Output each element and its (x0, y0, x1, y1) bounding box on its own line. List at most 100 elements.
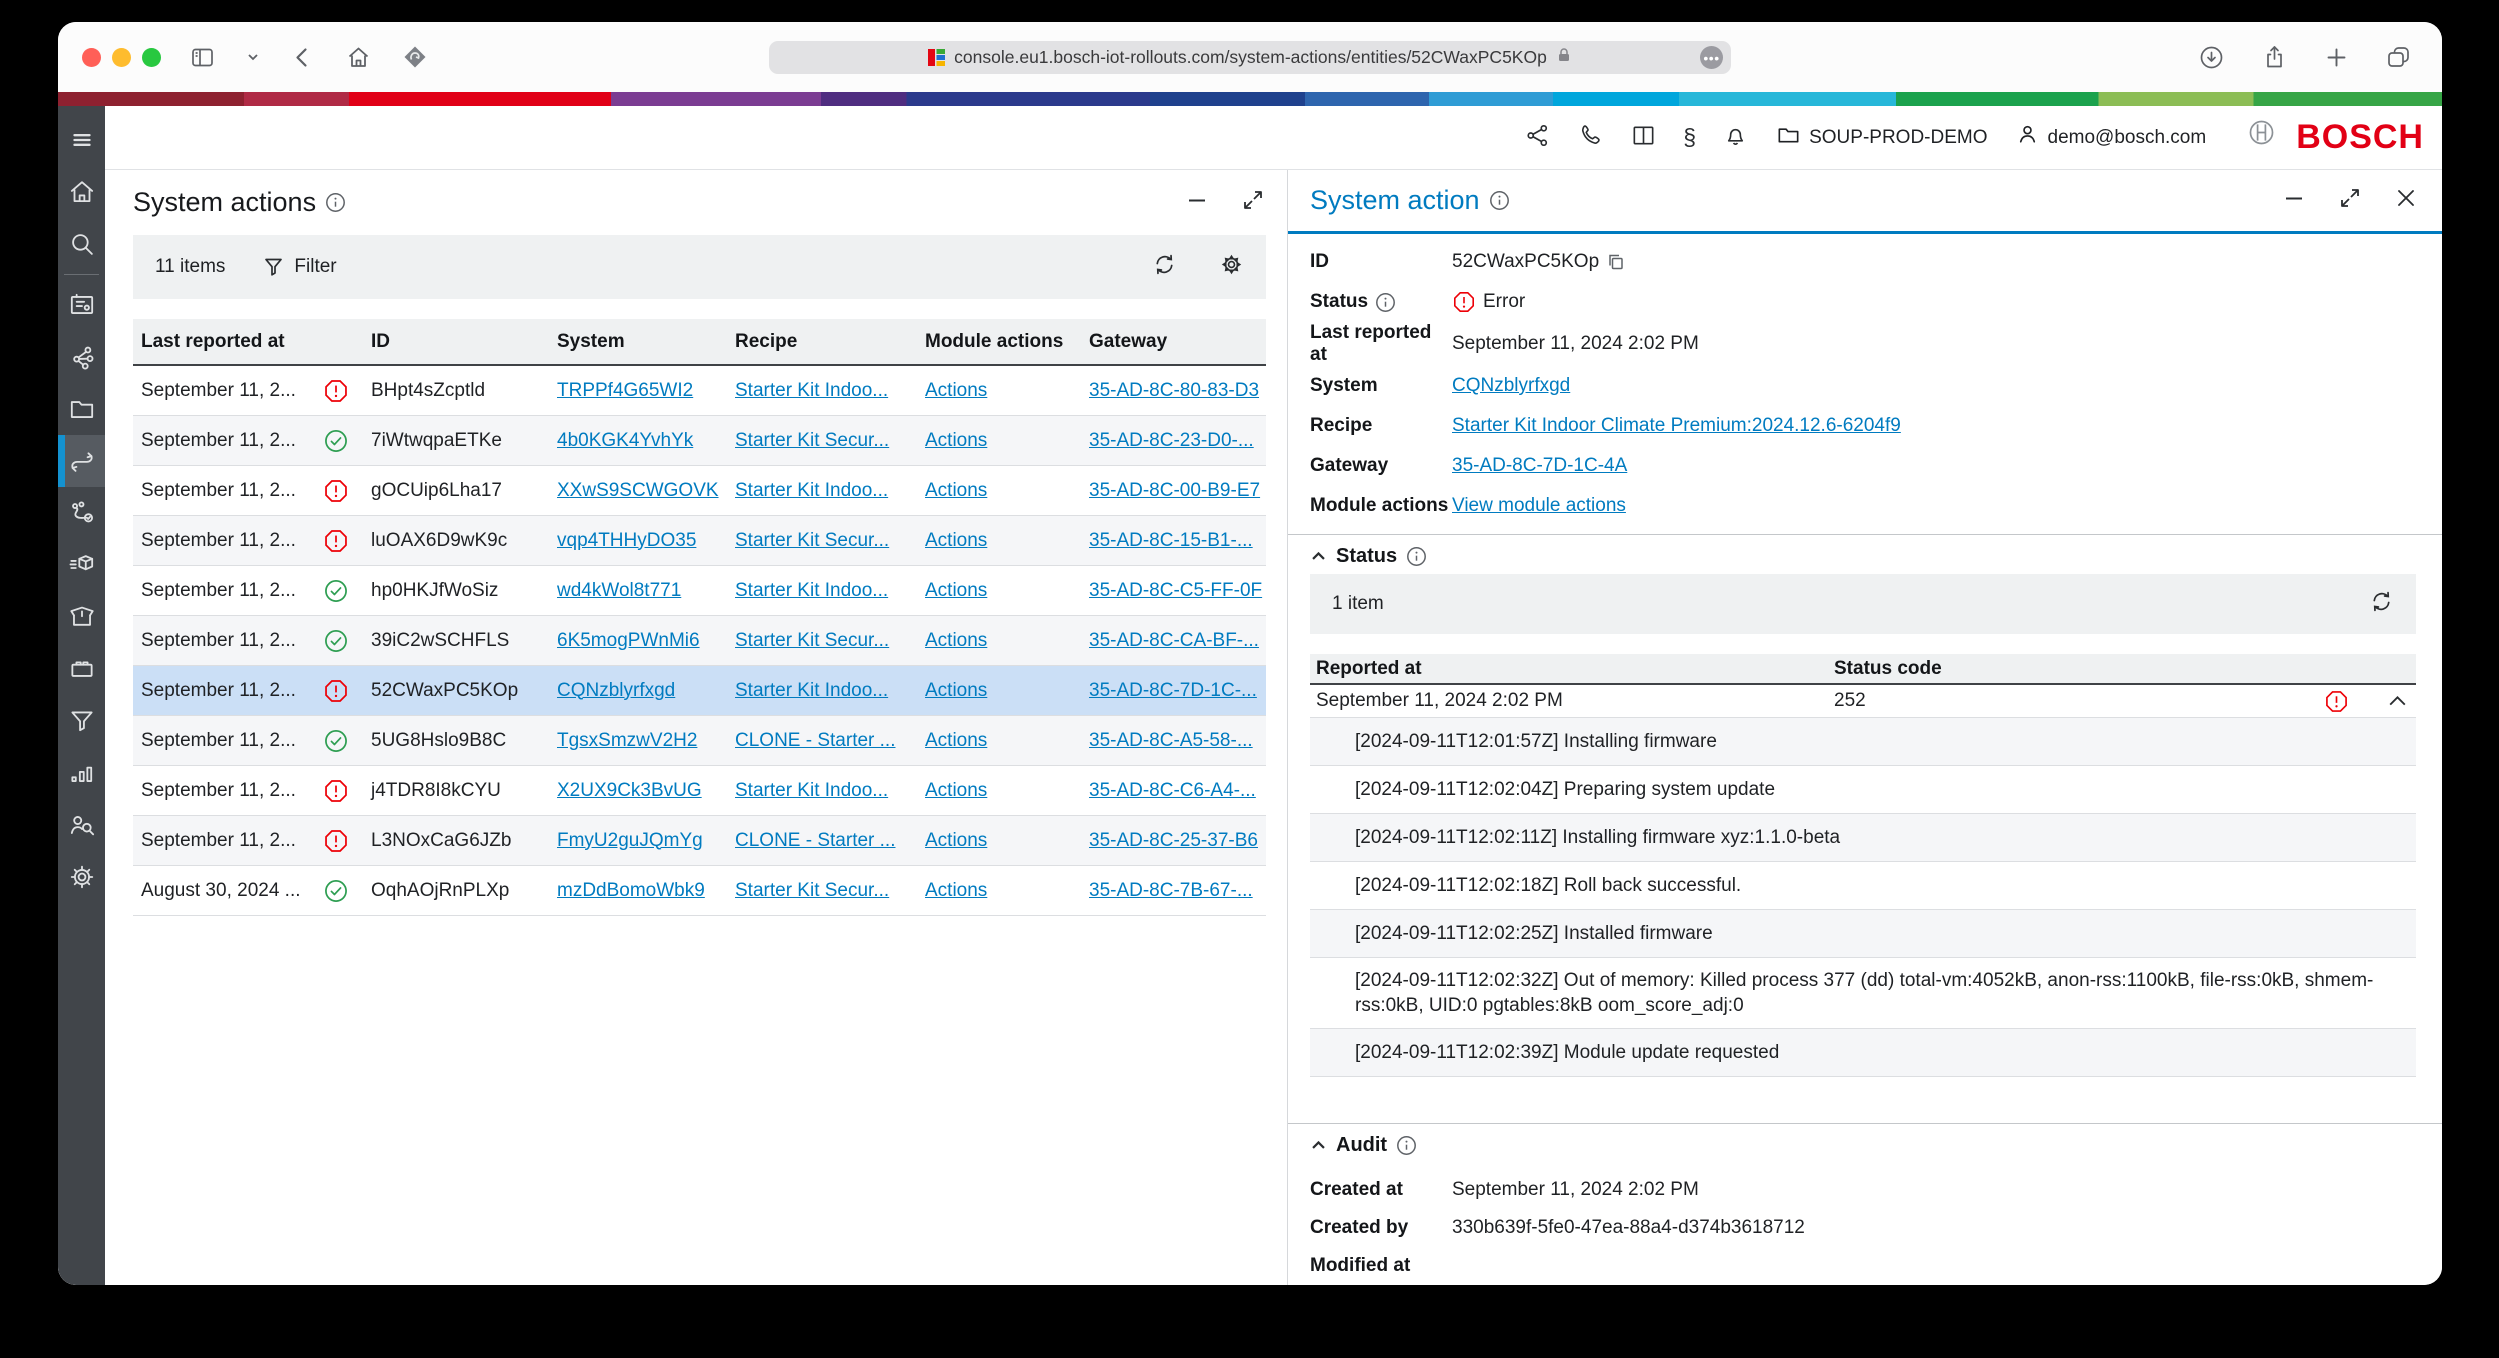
sidebar-item-network[interactable] (58, 331, 105, 383)
settings-gear-icon[interactable] (1219, 252, 1244, 283)
table-row[interactable]: September 11, 2... 39iC2wSCHFLS 6K5mogPWnM… (133, 616, 1266, 666)
sidebar-item-search[interactable] (58, 218, 105, 270)
refresh-icon[interactable] (1152, 252, 1177, 283)
gateway-link[interactable]: 35-AD-8C-23-D0-... (1081, 430, 1266, 452)
sidebar-item-folder[interactable] (58, 383, 105, 435)
actions-link[interactable]: Actions (917, 830, 1081, 852)
actions-link[interactable]: Actions (917, 430, 1081, 452)
actions-link[interactable]: Actions (917, 630, 1081, 652)
view-module-actions-link[interactable]: View module actions (1452, 495, 1626, 517)
system-link[interactable]: vqp4THHyDO35 (549, 530, 727, 552)
info-icon[interactable] (1406, 546, 1427, 567)
sidebar-item-battery[interactable] (58, 643, 105, 695)
column-header-id[interactable]: ID (363, 331, 549, 353)
sidebar-item-menu[interactable] (58, 114, 105, 166)
tab-overview-icon[interactable] (2385, 44, 2412, 71)
macos-close-button[interactable] (82, 47, 101, 67)
sidebar-item-box[interactable] (58, 591, 105, 643)
column-header-last-reported-at[interactable]: Last reported at (133, 331, 319, 353)
minimize-panel-icon[interactable] (2282, 186, 2306, 215)
actions-link[interactable]: Actions (917, 780, 1081, 802)
sidebar-item-funnel[interactable] (58, 695, 105, 747)
system-link[interactable]: TRPPf4G65WI2 (549, 380, 727, 402)
recipe-link[interactable]: Starter Kit Secur... (727, 530, 917, 552)
recipe-link[interactable]: Starter Kit Secur... (727, 880, 917, 902)
gateway-link[interactable]: 35-AD-8C-A5-58-... (1081, 730, 1266, 752)
recipe-link[interactable]: CLONE - Starter ... (727, 730, 917, 752)
back-icon[interactable] (290, 45, 315, 70)
share-icon[interactable] (2261, 44, 2288, 71)
info-icon[interactable] (1396, 1135, 1417, 1156)
sidebar-toggle-icon[interactable] (189, 44, 216, 71)
table-row[interactable]: September 11, 2... BHpt4sZcptld TRPPf4G65W… (133, 366, 1266, 416)
book-icon[interactable] (1630, 122, 1657, 154)
page-settings-button[interactable]: ••• (1700, 46, 1723, 69)
table-row[interactable]: September 11, 2... gOCUip6Lha17 XXwS9SCWGO… (133, 466, 1266, 516)
macos-minimize-button[interactable] (112, 47, 131, 67)
column-header-gateway[interactable]: Gateway (1081, 331, 1266, 353)
phone-icon[interactable] (1577, 122, 1604, 154)
table-row[interactable]: September 11, 2... luOAX6D9wK9c vqp4THHyDO… (133, 516, 1266, 566)
sidebar-item-home[interactable] (58, 166, 105, 218)
gateway-link[interactable]: 35-AD-8C-C5-FF-0F (1081, 580, 1266, 602)
system-link[interactable]: XXwS9SCWGOVK (549, 480, 727, 502)
system-link[interactable]: wd4kWol8t771 (549, 580, 727, 602)
info-icon[interactable] (1375, 292, 1396, 313)
gateway-link[interactable]: 35-AD-8C-80-83-D3 (1081, 380, 1266, 402)
actions-link[interactable]: Actions (917, 380, 1081, 402)
actions-link[interactable]: Actions (917, 580, 1081, 602)
table-row[interactable]: September 11, 2... 7iWtwqpaETKe 4b0KGK4Yvh… (133, 416, 1266, 466)
system-link[interactable]: FmyU2guJQmYg (549, 830, 727, 852)
table-row[interactable]: September 11, 2... j4TDR8I8kCYU X2UX9Ck3Bv… (133, 766, 1266, 816)
recipe-link[interactable]: CLONE - Starter ... (727, 830, 917, 852)
table-row[interactable]: August 30, 2024 ... OqhAOjRnPLXp mzDdBomoW… (133, 866, 1266, 916)
column-header-system[interactable]: System (549, 331, 727, 353)
system-link[interactable]: 4b0KGK4YvhYk (549, 430, 727, 452)
gateway-link[interactable]: 35-AD-8C-CA-BF-... (1081, 630, 1266, 652)
system-link[interactable]: TgsxSmzwV2H2 (549, 730, 727, 752)
sidebar-item-route[interactable] (58, 487, 105, 539)
recipe-link[interactable]: Starter Kit Indoo... (727, 780, 917, 802)
table-row[interactable]: September 11, 2... 5UG8Hslo9B8C TgsxSmzwV2… (133, 716, 1266, 766)
status-row[interactable]: September 11, 2024 2:02 PM 252 (1310, 685, 2416, 718)
address-bar[interactable]: console.eu1.bosch-iot-rollouts.com/syste… (769, 41, 1731, 74)
table-row[interactable]: September 11, 2... 52CWaxPC5KOp CQNzblyrfx… (133, 666, 1266, 716)
recipe-link[interactable]: Starter Kit Secur... (727, 430, 917, 452)
info-icon[interactable] (325, 192, 346, 213)
sidebar-item-package[interactable] (58, 539, 105, 591)
expand-panel-icon[interactable] (2338, 186, 2362, 215)
recipe-link[interactable]: Starter Kit Secur... (727, 630, 917, 652)
extension-icon[interactable] (402, 44, 428, 70)
notifications-bell-icon[interactable] (1722, 122, 1749, 154)
user-menu[interactable]: demo@bosch.com (2014, 121, 2206, 154)
info-icon[interactable] (1489, 190, 1510, 211)
actions-link[interactable]: Actions (917, 880, 1081, 902)
table-row[interactable]: September 11, 2... hp0HKJfWoSiz wd4kWol8t7… (133, 566, 1266, 616)
actions-link[interactable]: Actions (917, 530, 1081, 552)
sidebar-item-board[interactable] (58, 279, 105, 331)
downloads-icon[interactable] (2198, 44, 2225, 71)
gateway-link[interactable]: 35-AD-8C-7D-1C-... (1081, 680, 1266, 702)
sidebar-item-chart[interactable] (58, 747, 105, 799)
close-panel-icon[interactable] (2394, 186, 2418, 215)
refresh-icon[interactable] (2369, 589, 2394, 620)
workspace-selector[interactable]: SOUP-PROD-DEMO (1775, 121, 1988, 154)
system-link[interactable]: CQNzblyrfxgd (1452, 375, 1570, 397)
system-link[interactable]: 6K5mogPWnMi6 (549, 630, 727, 652)
minimize-panel-icon[interactable] (1185, 188, 1209, 217)
gateway-link[interactable]: 35-AD-8C-25-37-B6 (1081, 830, 1266, 852)
recipe-link[interactable]: Starter Kit Indoo... (727, 580, 917, 602)
copy-icon[interactable] (1606, 252, 1626, 272)
gateway-link[interactable]: 35-AD-8C-7D-1C-4A (1452, 455, 1627, 477)
status-section-header[interactable]: Status (1288, 535, 2442, 574)
column-header-recipe[interactable]: Recipe (727, 331, 917, 353)
sidebar-item-gear[interactable] (58, 851, 105, 903)
chevron-down-icon[interactable] (246, 50, 260, 64)
system-link[interactable]: mzDdBomoWbk9 (549, 880, 727, 902)
recipe-link[interactable]: Starter Kit Indoo... (727, 680, 917, 702)
recipe-link[interactable]: Starter Kit Indoo... (727, 380, 917, 402)
home-icon[interactable] (345, 44, 372, 71)
recipe-link[interactable]: Starter Kit Indoo... (727, 480, 917, 502)
table-row[interactable]: September 11, 2... L3NOxCaG6JZb FmyU2guJQm… (133, 816, 1266, 866)
legal-icon[interactable]: § (1683, 126, 1696, 149)
